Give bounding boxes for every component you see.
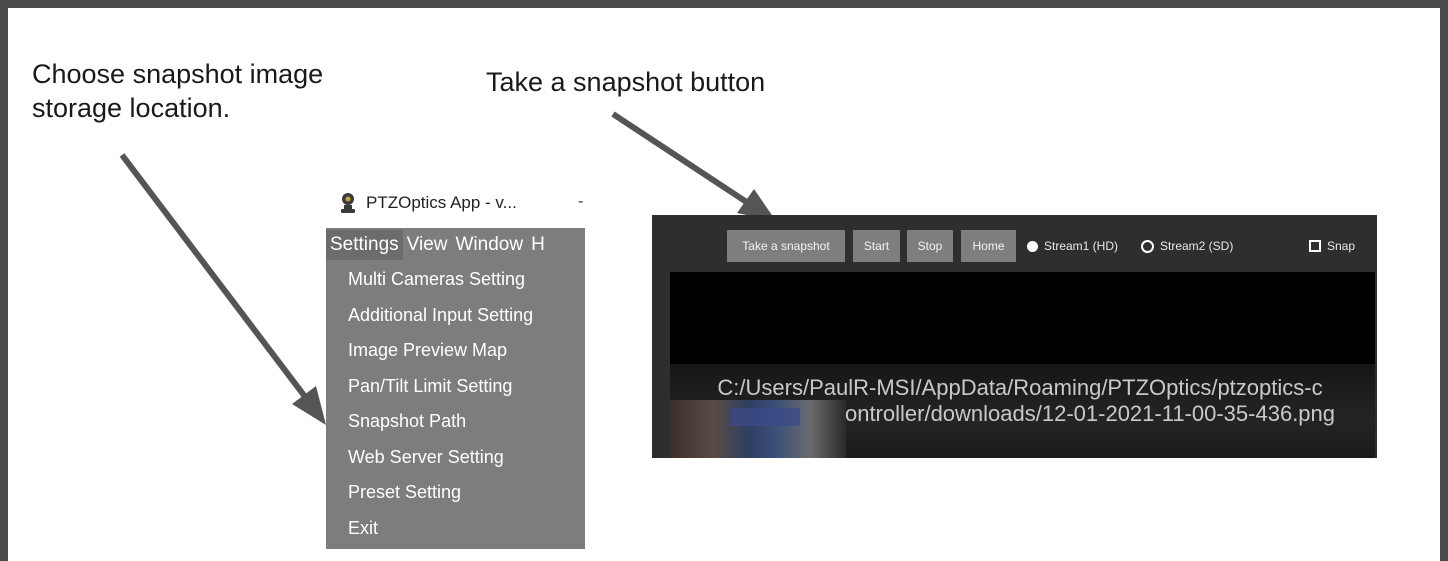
menu-item-exit[interactable]: Exit	[326, 511, 585, 547]
arrow-head-left	[292, 386, 326, 425]
menu-item-multi-cameras[interactable]: Multi Cameras Setting	[326, 262, 585, 298]
home-button[interactable]: Home	[961, 230, 1016, 262]
stream1-option[interactable]: Stream1 (HD)	[1027, 230, 1118, 262]
settings-dropdown: Multi Cameras Setting Additional Input S…	[326, 262, 585, 549]
menu-item-web-server[interactable]: Web Server Setting	[326, 440, 585, 476]
camera-app-icon	[341, 193, 355, 213]
app-title-text: PTZOptics App - v...	[366, 193, 517, 212]
video-toolbar: Take a snapshot Start Stop Home Stream1 …	[652, 230, 1377, 262]
menu-item-image-preview-map[interactable]: Image Preview Map	[326, 333, 585, 369]
snap-option[interactable]: Snap	[1309, 230, 1355, 262]
snapshot-path-line: C:/Users/PaulR-MSI/AppData/Roaming/PTZOp…	[717, 375, 1323, 400]
snap-label: Snap	[1327, 239, 1356, 253]
snapshot-path-line: ontroller/downloads/12-01-2021-11-00-35-…	[844, 401, 1336, 426]
stop-button[interactable]: Stop	[907, 230, 953, 262]
take-snapshot-button[interactable]: Take a snapshot	[727, 230, 845, 262]
menu-view[interactable]: View	[403, 234, 452, 256]
menu-item-snapshot-path[interactable]: Snapshot Path	[326, 404, 585, 440]
stream2-radio[interactable]	[1141, 239, 1154, 253]
video-panel: Take a snapshot Start Stop Home Stream1 …	[652, 215, 1377, 458]
menu-bar: Settings View Window H	[326, 228, 585, 262]
start-button[interactable]: Start	[853, 230, 900, 262]
menu-help[interactable]: H	[527, 234, 549, 256]
snapshot-path-overlay: C:/Users/PaulR-MSI/AppData/Roaming/PTZOp…	[670, 375, 1370, 427]
stream1-radio[interactable]	[1027, 240, 1038, 252]
minimize-button[interactable]: -	[578, 193, 583, 211]
menu-item-preset-setting[interactable]: Preset Setting	[326, 475, 585, 511]
snap-checkbox[interactable]	[1309, 240, 1321, 252]
menu-window[interactable]: Window	[452, 234, 528, 256]
app-window-title: PTZOptics App - v... -	[338, 189, 583, 217]
menu-item-pan-tilt-limit[interactable]: Pan/Tilt Limit Setting	[326, 369, 585, 405]
stream2-label: Stream2 (SD)	[1160, 239, 1234, 253]
stream2-option[interactable]: Stream2 (SD)	[1141, 230, 1233, 262]
video-feed	[670, 272, 1375, 364]
arrow-to-snapshot-button	[611, 111, 750, 206]
arrow-to-snapshot-path	[119, 153, 309, 400]
menu-item-additional-input[interactable]: Additional Input Setting	[326, 298, 585, 334]
menu-settings[interactable]: Settings	[326, 230, 403, 260]
stream1-label: Stream1 (HD)	[1044, 239, 1119, 253]
